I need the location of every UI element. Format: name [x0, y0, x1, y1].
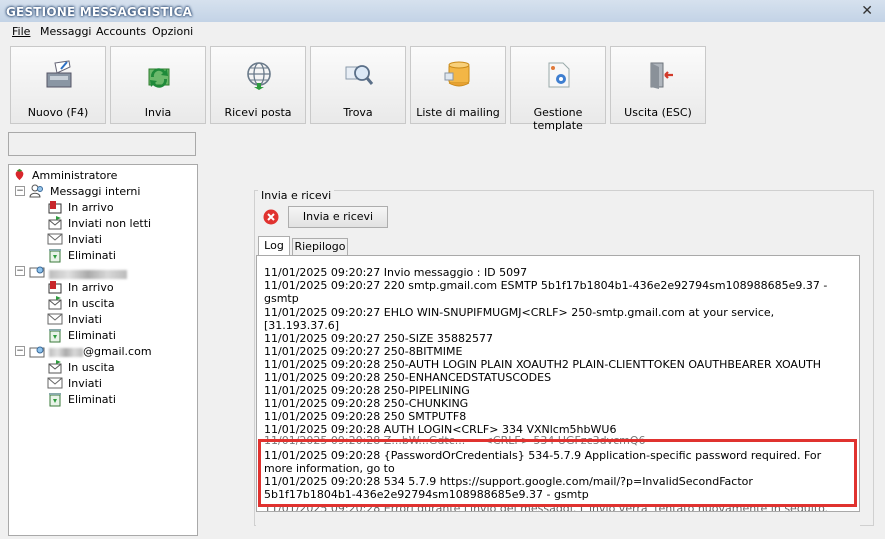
- menu-file[interactable]: File: [12, 25, 30, 38]
- search-input[interactable]: [8, 132, 196, 156]
- account-folder-icon: [29, 266, 45, 278]
- invia-button[interactable]: Invia: [110, 46, 206, 124]
- strawberry-icon: [15, 168, 24, 181]
- window-title: GESTIONE MESSAGGISTICA: [6, 5, 193, 19]
- log-line: 11/01/2025 09:20:28 250-CHUNKING: [264, 397, 469, 410]
- exit-door-icon: [650, 62, 673, 89]
- close-icon[interactable]: ✕: [861, 3, 873, 19]
- log-line: 11/01/2025 09:20:28 250-PIPELINING: [264, 384, 470, 397]
- new-message-icon: [46, 60, 72, 88]
- envelope-icon: [47, 377, 63, 389]
- collapse-icon[interactable]: −: [15, 346, 25, 356]
- inbox-icon: [48, 201, 62, 214]
- gmail-suffix: @gmail.com: [83, 345, 152, 358]
- inbox-icon: [48, 281, 62, 294]
- envelope-icon: [47, 233, 63, 245]
- menu-messaggi[interactable]: Messaggi: [40, 25, 91, 38]
- log-line: gsmtp: [264, 292, 299, 305]
- invia-ricevi-button[interactable]: Invia e ricevi: [288, 206, 388, 228]
- ricevi-posta-button[interactable]: Ricevi posta: [210, 46, 306, 124]
- outbox-icon: [48, 360, 62, 374]
- redacted-email-user: [49, 347, 83, 357]
- log-line: 11/01/2025 09:20:27 250-8BITMIME: [264, 345, 463, 358]
- template-gear-icon: [548, 62, 570, 88]
- toolbar: Nuovo (F4) Invia Ricevi posta Trova List…: [0, 46, 885, 132]
- nuovo-button[interactable]: Nuovo (F4): [10, 46, 106, 124]
- people-icon: [29, 184, 43, 198]
- log-line: 11/01/2025 09:20:28 250 SMTPUTF8: [264, 410, 467, 423]
- trova-button[interactable]: Trova: [310, 46, 406, 124]
- collapse-icon[interactable]: −: [15, 186, 25, 196]
- find-icon: [345, 65, 374, 85]
- recycle-bin-icon: [49, 249, 61, 263]
- invia-label: Invia: [144, 106, 172, 119]
- ricevi-posta-label: Ricevi posta: [224, 106, 292, 119]
- account-folder-icon: [29, 346, 45, 358]
- log-line: 11/01/2025 09:20:27 EHLO WIN-SNUPIFMUGMJ…: [264, 306, 775, 319]
- nuovo-label: Nuovo (F4): [27, 106, 89, 119]
- uscita-button[interactable]: Uscita (ESC): [610, 46, 706, 124]
- mail-arrow-icon: [48, 216, 62, 230]
- error-highlight-box: [258, 439, 857, 507]
- database-icon: [444, 61, 470, 87]
- gestione-template-label: Gestione template: [533, 106, 583, 132]
- log-bottom-strip: [256, 512, 860, 526]
- log-line: [31.193.37.6]: [264, 319, 340, 332]
- log-line: 11/01/2025 09:20:28 250-AUTH LOGIN PLAIN…: [264, 358, 821, 371]
- menu-accounts[interactable]: Accounts: [96, 25, 146, 38]
- log-line: 11/01/2025 09:20:27 220 smtp.gmail.com E…: [264, 279, 828, 292]
- liste-mailing-button[interactable]: Liste di mailing: [410, 46, 506, 124]
- liste-mailing-label: Liste di mailing: [416, 106, 500, 119]
- tab-riepilogo[interactable]: Riepilogo: [292, 238, 348, 255]
- envelope-icon: [47, 313, 63, 325]
- title-bar: GESTIONE MESSAGGISTICA ✕: [0, 0, 885, 22]
- globe-icon: [247, 62, 271, 90]
- menu-opzioni[interactable]: Opzioni: [152, 25, 193, 38]
- recycle-bin-icon: [49, 329, 61, 343]
- outbox-icon: [48, 296, 62, 310]
- stop-icon[interactable]: [263, 209, 279, 225]
- log-line: 11/01/2025 09:20:28 250-ENHANCEDSTATUSCO…: [264, 371, 552, 384]
- menu-bar: File Messaggi Accounts Opzioni: [0, 22, 885, 42]
- folder-tree[interactable]: Amministratore − Messaggi interni In arr…: [8, 164, 198, 536]
- send-icon: [148, 68, 170, 88]
- log-line: 11/01/2025 09:20:27 250-SIZE 35882577: [264, 332, 493, 345]
- uscita-label: Uscita (ESC): [624, 106, 692, 119]
- tab-log[interactable]: Log: [258, 236, 290, 255]
- gestione-template-button[interactable]: Gestione template: [510, 46, 606, 132]
- collapse-icon[interactable]: −: [15, 266, 25, 276]
- group-title: Invia e ricevi: [258, 189, 335, 202]
- log-line: 11/01/2025 09:20:27 Invio messaggio : ID…: [264, 266, 528, 279]
- recycle-bin-icon: [49, 393, 61, 407]
- trova-label: Trova: [343, 106, 373, 119]
